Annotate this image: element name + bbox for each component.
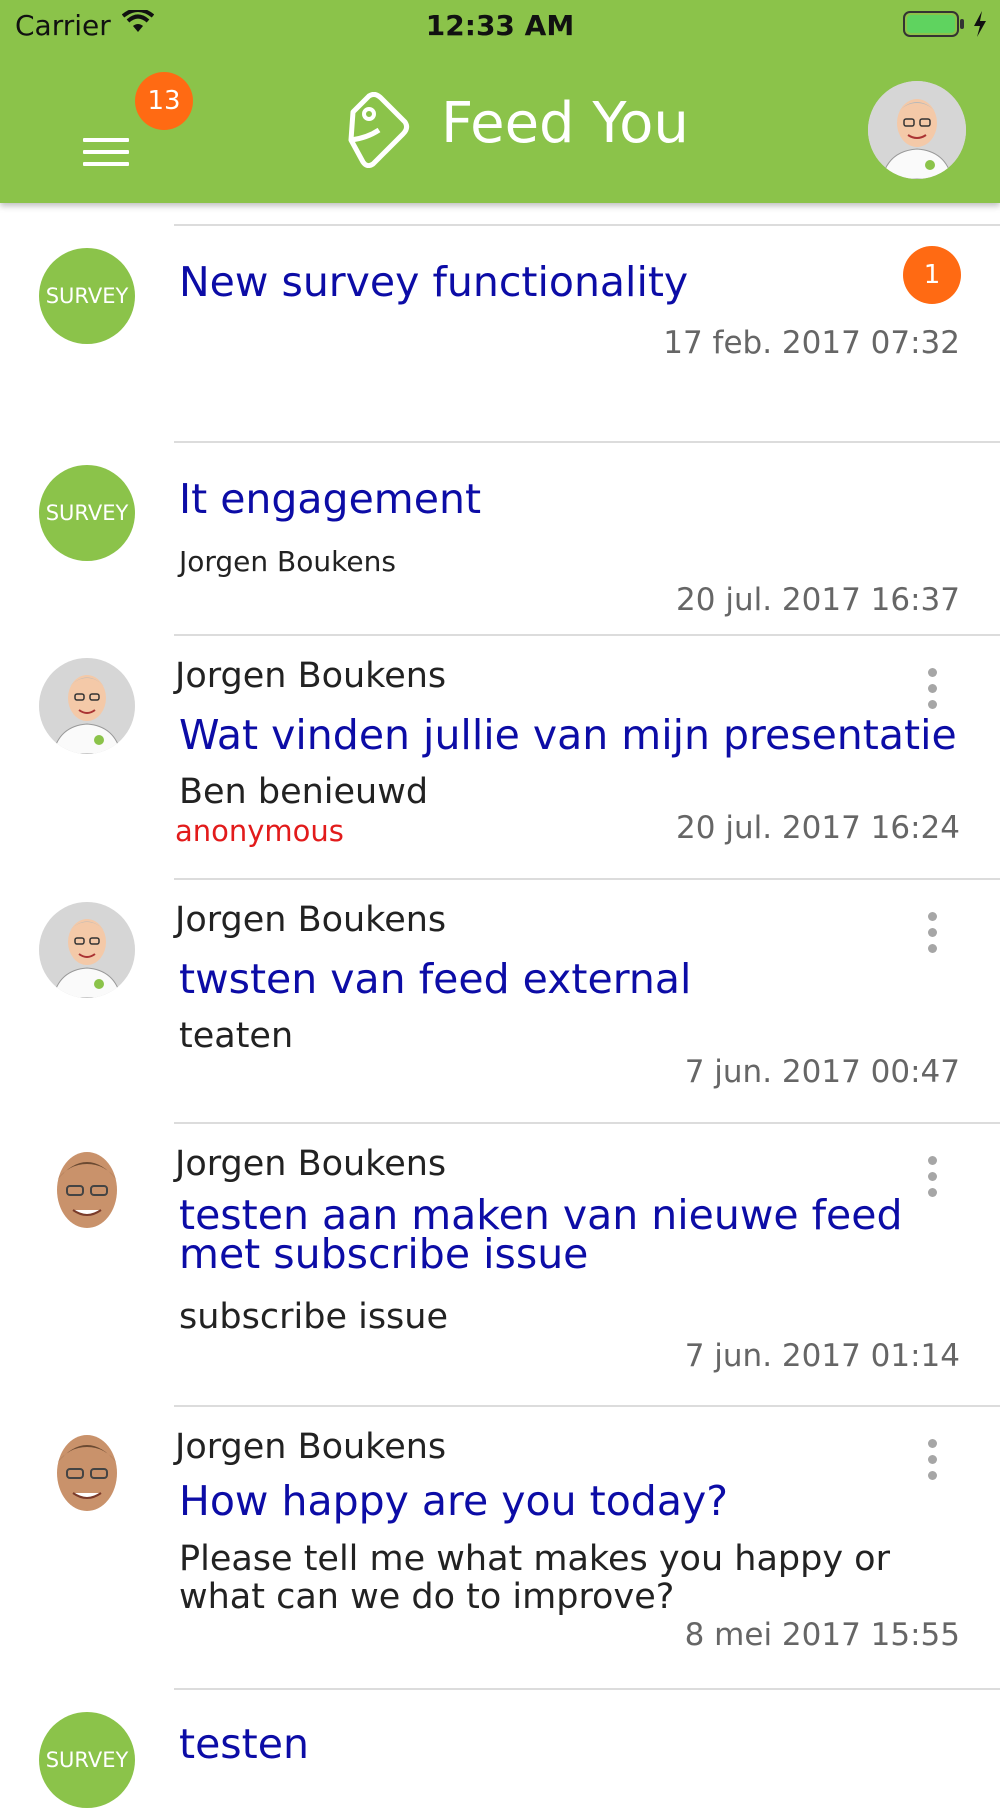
list-item[interactable]: Jorgen Boukens Wat vinden jullie van mij… bbox=[0, 636, 1000, 880]
feed-title: It engagement bbox=[179, 475, 482, 523]
user-profile-avatar[interactable] bbox=[868, 81, 966, 179]
list-item[interactable]: SURVEY It engagement Jorgen Boukens 20 j… bbox=[0, 443, 1000, 638]
feed-author: Jorgen Boukens bbox=[179, 545, 396, 578]
feed-author: Jorgen Boukens bbox=[175, 656, 447, 696]
feed-date: 20 jul. 2017 16:37 bbox=[676, 582, 960, 618]
survey-icon: SURVEY bbox=[39, 1712, 135, 1808]
feed-text: teaten bbox=[179, 1016, 294, 1056]
unread-badge: 1 bbox=[903, 246, 961, 304]
author-avatar bbox=[39, 1429, 135, 1525]
feed-date: 8 mei 2017 15:55 bbox=[684, 1617, 960, 1653]
feed-title: New survey functionality bbox=[179, 258, 689, 306]
list-item[interactable]: Jorgen Boukens twsten van feed external … bbox=[0, 880, 1000, 1124]
more-options-icon[interactable] bbox=[918, 668, 946, 714]
photo-avatar-icon bbox=[39, 1429, 135, 1525]
author-avatar bbox=[39, 658, 135, 754]
survey-icon: SURVEY bbox=[39, 465, 135, 561]
feed-title: twsten van feed external bbox=[179, 955, 692, 1003]
feed-text: Ben benieuwd bbox=[179, 772, 429, 812]
author-avatar bbox=[39, 1146, 135, 1242]
author-avatar bbox=[39, 902, 135, 998]
caricature-avatar-icon bbox=[868, 81, 966, 179]
feed-author: Jorgen Boukens bbox=[175, 900, 447, 940]
hamburger-menu-button[interactable] bbox=[83, 138, 129, 172]
notification-badge: 13 bbox=[135, 72, 193, 130]
feed-text: subscribe issue bbox=[179, 1297, 449, 1337]
feed-title: testen bbox=[179, 1720, 309, 1768]
feedyou-logo-icon bbox=[348, 92, 410, 168]
feed-author: Jorgen Boukens bbox=[175, 1144, 447, 1184]
anonymous-tag: anonymous bbox=[175, 814, 344, 848]
survey-icon: SURVEY bbox=[39, 248, 135, 344]
feed-text: Please tell me what makes you happy or w… bbox=[179, 1539, 890, 1617]
app-header: Carrier 12:33 AM 13 Feed You bbox=[0, 0, 1000, 203]
charging-icon bbox=[974, 11, 986, 37]
list-item[interactable]: Jorgen Boukens How happy are you today? … bbox=[0, 1407, 1000, 1689]
feed-date: 17 feb. 2017 07:32 bbox=[663, 325, 960, 361]
app-title: Feed You bbox=[441, 91, 689, 156]
clock: 12:33 AM bbox=[425, 9, 575, 42]
feed-date: 7 jun. 2017 01:14 bbox=[684, 1338, 960, 1374]
list-item[interactable]: SURVEY testen bbox=[0, 1690, 1000, 1808]
feed-author: Jorgen Boukens bbox=[175, 1427, 447, 1467]
feed-date: 7 jun. 2017 00:47 bbox=[684, 1054, 960, 1090]
status-bar: Carrier 12:33 AM bbox=[0, 0, 1000, 50]
photo-avatar-icon bbox=[39, 1146, 135, 1242]
feed-title: testen aan maken van nieuwe feed met sub… bbox=[179, 1191, 903, 1278]
feed-title: Wat vinden jullie van mijn presentatie bbox=[179, 711, 957, 759]
list-item[interactable]: Jorgen Boukens testen aan maken van nieu… bbox=[0, 1124, 1000, 1406]
feed-date: 20 jul. 2017 16:24 bbox=[676, 810, 960, 846]
caricature-avatar-icon bbox=[39, 902, 135, 998]
battery-icon bbox=[903, 11, 964, 37]
feed-title: How happy are you today? bbox=[179, 1477, 728, 1525]
list-item[interactable]: SURVEY New survey functionality 1 17 feb… bbox=[0, 226, 1000, 421]
caricature-avatar-icon bbox=[39, 658, 135, 754]
more-options-icon[interactable] bbox=[918, 912, 946, 958]
